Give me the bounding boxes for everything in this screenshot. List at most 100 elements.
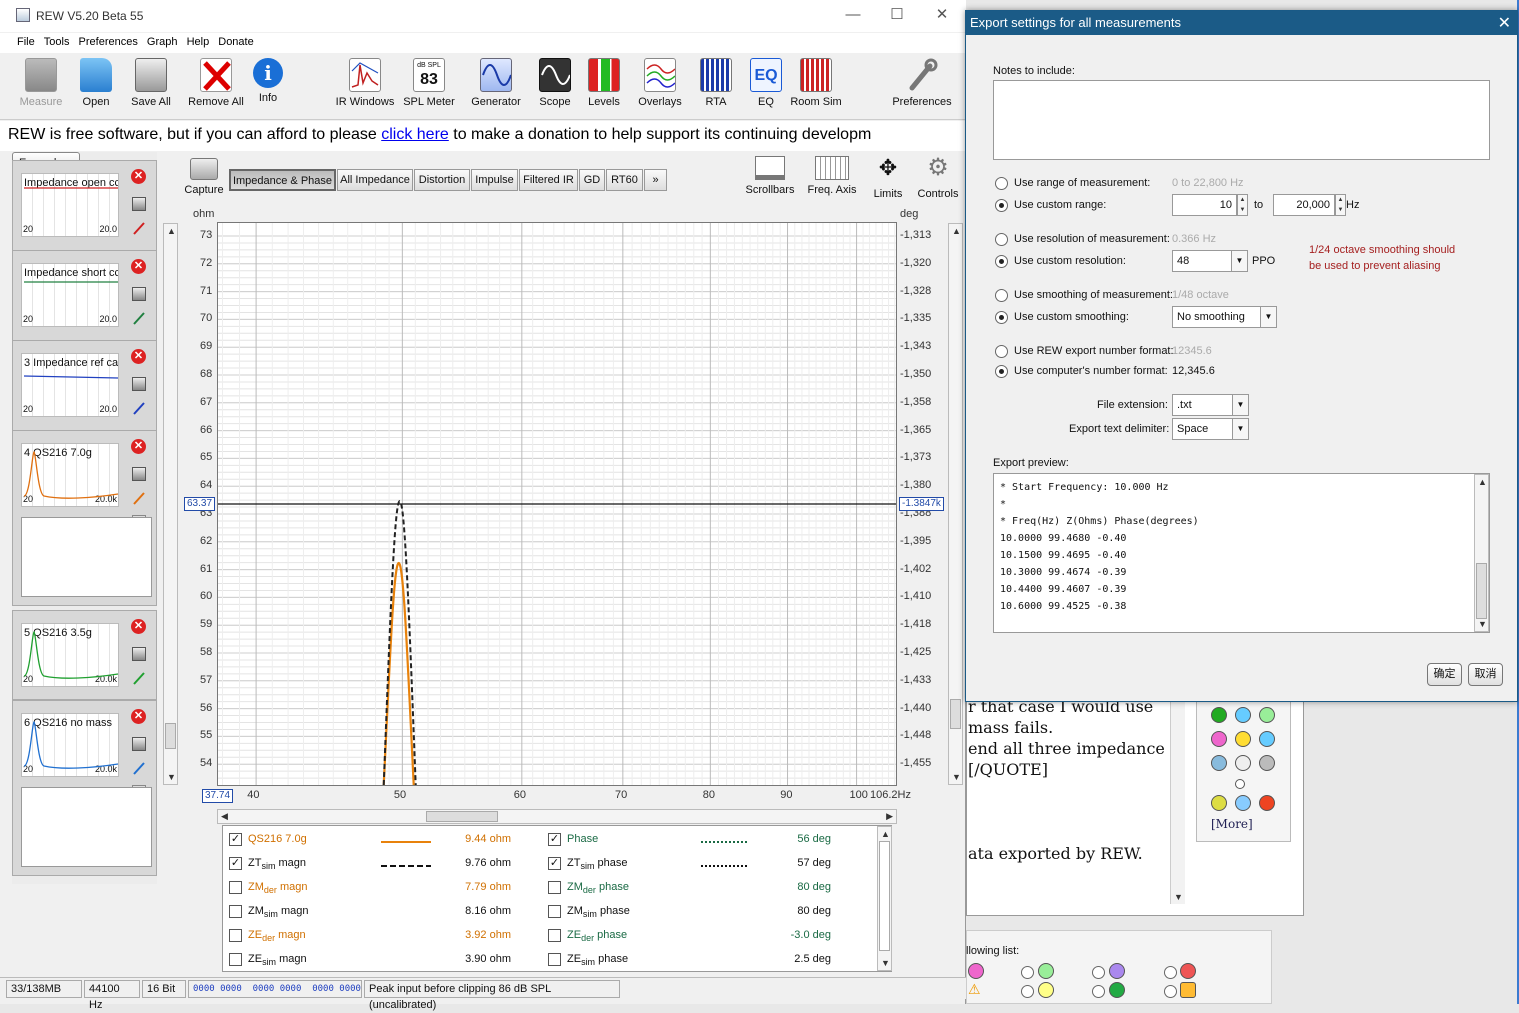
chevron-down-icon[interactable]: ▼: [1232, 419, 1248, 439]
resolution-select[interactable]: 48 ▼: [1172, 250, 1248, 272]
capture-button[interactable]: Capture: [182, 158, 226, 196]
scroll-down-arrow-icon[interactable]: ▼: [167, 772, 176, 782]
phase-checkbox[interactable]: [548, 881, 561, 894]
smoothing-measurement-radio[interactable]: [995, 289, 1008, 302]
ok-button[interactable]: 确定: [1427, 663, 1462, 686]
scroll-down-arrow-icon[interactable]: ▼: [1174, 892, 1183, 902]
ir-windows-button[interactable]: IR Windows: [334, 56, 396, 108]
smiley-icon[interactable]: [1259, 755, 1275, 771]
smiley-icon[interactable]: [1235, 779, 1245, 789]
scroll-down-arrow-icon[interactable]: ▼: [1478, 619, 1487, 629]
range-custom-radio[interactable]: [995, 199, 1008, 212]
remove-measurement-icon[interactable]: ✕: [131, 259, 146, 274]
scope-button[interactable]: Scope: [536, 56, 574, 108]
room-sim-button[interactable]: Room Sim: [790, 56, 842, 108]
smoothing-custom-radio[interactable]: [995, 311, 1008, 324]
chevron-down-icon[interactable]: ▼: [1232, 395, 1248, 415]
arrow-icon[interactable]: [1109, 982, 1125, 998]
measurement-thumbnail[interactable]: Impedance open cc 20 20.0: [21, 173, 119, 237]
scroll-up-arrow-icon[interactable]: ▲: [167, 226, 176, 236]
scroll-thumb[interactable]: [1476, 563, 1487, 619]
remove-measurement-icon[interactable]: ✕: [131, 619, 146, 634]
phase-checkbox[interactable]: ✓: [548, 857, 561, 870]
info-button[interactable]: i Info: [252, 56, 284, 104]
lightbulb-icon[interactable]: [1038, 982, 1054, 998]
generator-button[interactable]: Generator: [468, 56, 524, 108]
smiley-icon[interactable]: [1211, 755, 1227, 771]
measurement-notes[interactable]: [21, 787, 152, 867]
menu-file[interactable]: File: [17, 36, 35, 48]
save-measurement-icon[interactable]: [132, 377, 146, 391]
save-measurement-icon[interactable]: [132, 737, 146, 751]
phase-checkbox[interactable]: [548, 953, 561, 966]
file-extension-select[interactable]: .txt ▼: [1172, 394, 1249, 416]
smiley-icon[interactable]: [1235, 795, 1251, 811]
scroll-up-arrow-icon[interactable]: ▲: [1478, 477, 1487, 487]
smiley-icon[interactable]: [1259, 731, 1275, 747]
range-from-input[interactable]: 10: [1172, 194, 1237, 216]
smiley-icon[interactable]: [1109, 963, 1125, 979]
rew-number-format-radio[interactable]: [995, 345, 1008, 358]
scroll-thumb[interactable]: [165, 723, 176, 749]
icon-radio[interactable]: [1164, 966, 1177, 979]
measurement-card[interactable]: Impedance open cc 20 20.0 ✕: [12, 160, 157, 252]
trace-checkbox[interactable]: ✓: [229, 857, 242, 870]
save-measurement-icon[interactable]: [132, 647, 146, 661]
spl-meter-button[interactable]: dB SPL 83 SPL Meter: [402, 56, 456, 108]
resolution-custom-radio[interactable]: [995, 255, 1008, 268]
smiley-icon[interactable]: [1235, 755, 1251, 771]
measurement-card[interactable]: 6 QS216 no mass 20 20.0k ✕: [12, 700, 157, 876]
pen-edit-icon[interactable]: [132, 311, 146, 325]
icon-radio[interactable]: [1021, 985, 1034, 998]
pen-edit-icon[interactable]: [132, 761, 146, 775]
pen-edit-icon[interactable]: [132, 491, 146, 505]
remove-measurement-icon[interactable]: ✕: [131, 169, 146, 184]
trace-checkbox[interactable]: [229, 905, 242, 918]
resolution-measurement-radio[interactable]: [995, 233, 1008, 246]
scroll-thumb[interactable]: [950, 699, 961, 729]
remove-measurement-icon[interactable]: ✕: [131, 349, 146, 364]
preferences-button[interactable]: Preferences: [890, 56, 954, 108]
donate-link[interactable]: click here: [381, 126, 449, 143]
close-button[interactable]: ✕: [927, 5, 957, 25]
warning-icon[interactable]: ⚠: [968, 981, 981, 998]
smiley-icon[interactable]: [1259, 795, 1275, 811]
scroll-left-arrow-icon[interactable]: ◀: [221, 811, 228, 822]
measurement-thumbnail[interactable]: Impedance short cc 20 20.0: [21, 263, 119, 327]
save-measurement-icon[interactable]: [132, 197, 146, 211]
measurement-thumbnail[interactable]: 4 QS216 7.0g 20 20.0k: [21, 443, 119, 507]
pen-edit-icon[interactable]: [132, 401, 146, 415]
measurement-card[interactable]: 5 QS216 3.5g 20 20.0k ✕: [12, 610, 157, 700]
measurement-thumbnail[interactable]: 5 QS216 3.5g 20 20.0k: [21, 623, 119, 687]
tab-rt60[interactable]: RT60: [606, 169, 643, 191]
trace-checkbox[interactable]: [229, 929, 242, 942]
smoothing-select[interactable]: No smoothing ▼: [1172, 306, 1277, 328]
range-to-input[interactable]: 20,000: [1273, 194, 1335, 216]
smiley-icon[interactable]: [1259, 707, 1275, 723]
range-to-spinner[interactable]: ▲ ▼: [1335, 194, 1346, 216]
cancel-button[interactable]: 取消: [1468, 663, 1503, 686]
smiley-icon[interactable]: [1211, 795, 1227, 811]
measurement-notes[interactable]: [21, 517, 152, 597]
measure-button[interactable]: Measure: [18, 56, 64, 108]
save-measurement-icon[interactable]: [132, 467, 146, 481]
menu-donate[interactable]: Donate: [218, 36, 253, 48]
chevron-down-icon[interactable]: ▼: [1231, 251, 1247, 271]
phase-checkbox[interactable]: [548, 929, 561, 942]
remove-measurement-icon[interactable]: ✕: [131, 439, 146, 454]
range-measurement-radio[interactable]: [995, 177, 1008, 190]
smiley-icon[interactable]: [1211, 731, 1227, 747]
icon-radio[interactable]: [1021, 966, 1034, 979]
export-preview-textarea[interactable]: * Start Frequency: 10.000 Hz * * Freq(Hz) …: [993, 473, 1490, 633]
measurement-card[interactable]: Impedance short cc 20 20.0 ✕: [12, 250, 157, 342]
menu-help[interactable]: Help: [187, 36, 210, 48]
icon-radio[interactable]: [1164, 985, 1177, 998]
more-smileys-link[interactable]: [More]: [1211, 817, 1253, 831]
smiley-icon[interactable]: [1211, 707, 1227, 723]
freq-axis-button[interactable]: Freq. Axis: [805, 156, 859, 196]
tab-distortion[interactable]: Distortion: [414, 169, 470, 191]
scroll-down-arrow-icon[interactable]: ▼: [881, 958, 890, 968]
tab-all-impedance[interactable]: All Impedance: [337, 169, 413, 191]
smiley-icon[interactable]: [1180, 963, 1196, 979]
tab-gd[interactable]: GD: [579, 169, 605, 191]
